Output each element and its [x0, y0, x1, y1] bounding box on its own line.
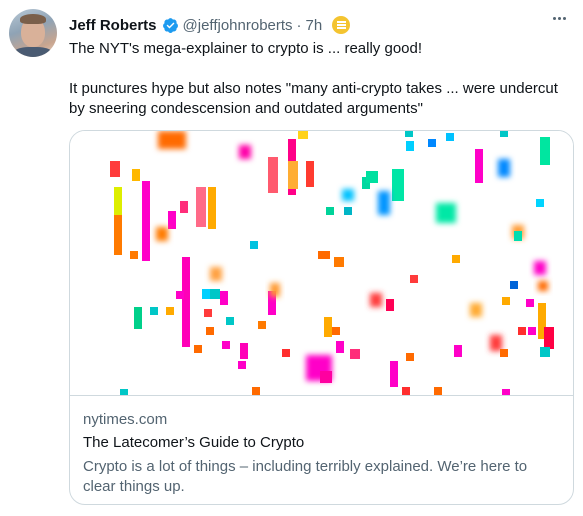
separator: · [296, 16, 302, 34]
more-options-icon[interactable] [549, 10, 569, 26]
tweet-text-line-2: It punctures hype but also notes "many a… [69, 80, 558, 117]
author-name[interactable]: Jeff Roberts [69, 17, 157, 34]
list-chip-icon[interactable] [332, 16, 351, 34]
link-card-domain: nytimes.com [83, 411, 168, 428]
link-card-meta: nytimes.com The Latecomer’s Guide to Cry… [83, 410, 560, 497]
link-card-image[interactable] [70, 131, 573, 396]
tweet-header: Jeff Roberts @jeffjohnroberts · 7h [69, 14, 543, 36]
link-card-description: Crypto is a lot of things – including te… [83, 458, 528, 495]
tweet-text: The NYT's mega-explainer to crypto is ..… [69, 39, 574, 119]
link-card[interactable]: nytimes.com The Latecomer’s Guide to Cry… [69, 130, 574, 505]
timestamp[interactable]: 7h [306, 17, 323, 34]
tweet-text-line-1: The NYT's mega-explainer to crypto is ..… [69, 40, 423, 57]
avatar[interactable] [9, 9, 57, 57]
author-handle[interactable]: @jeffjohnroberts [183, 17, 293, 34]
verified-badge-icon [162, 17, 178, 33]
link-card-title: The Latecomer’s Guide to Crypto [83, 434, 305, 451]
